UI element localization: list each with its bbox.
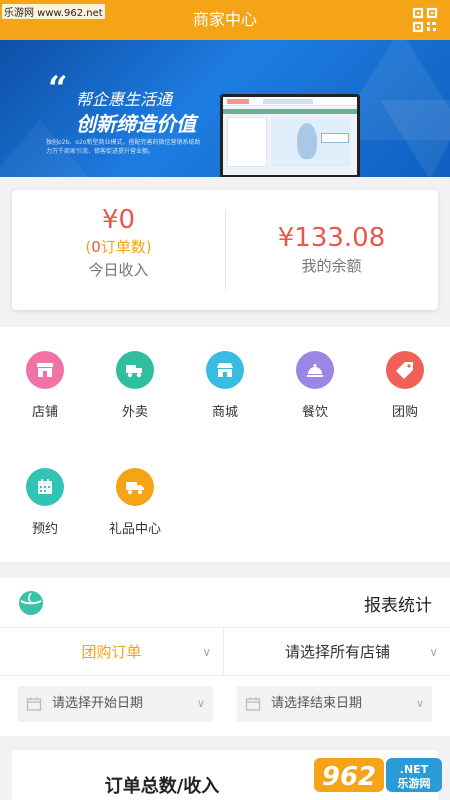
svg-text:乐游网: 乐游网 <box>398 776 431 790</box>
module-label: 商城 <box>211 405 238 420</box>
quote-mark-icon: “ <box>48 69 68 109</box>
module-label: 礼品中心 <box>108 522 161 537</box>
start-date-picker[interactable]: 请选择开始日期 ∨ <box>18 686 213 722</box>
summary-title: 订单总数/收入 <box>104 776 220 797</box>
qrcode-icon <box>412 7 438 33</box>
module-dining[interactable]: 餐饮 <box>270 327 360 420</box>
report-logo-icon <box>19 591 43 615</box>
chevron-down-icon: ∨ <box>196 697 205 710</box>
delivery-icon <box>116 351 154 389</box>
end-date-placeholder: 请选择结束日期 <box>271 696 363 711</box>
chevron-down-icon: ∨ <box>415 697 424 710</box>
balance-amount: ¥133.08 <box>277 223 386 253</box>
end-date-picker[interactable]: 请选择结束日期 ∨ <box>237 686 432 722</box>
order-count: (0订单数) <box>85 238 152 256</box>
start-date-placeholder: 请选择开始日期 <box>52 696 144 711</box>
module-store[interactable]: 店铺 <box>0 327 90 420</box>
banner-slogan-2: 创新缔造价值 <box>76 112 196 136</box>
calendar-icon <box>26 697 42 711</box>
promo-banner[interactable]: “ 帮企惠生活通 创新缔造价值 独创o2b、o2o新型商业模式，搭配完善的微信营… <box>0 40 450 177</box>
module-label: 店铺 <box>31 405 58 420</box>
dining-icon <box>296 351 334 389</box>
module-label: 餐饮 <box>301 405 328 420</box>
store-select[interactable]: 请选择所有店铺 ∨ <box>225 628 450 676</box>
module-gift-center[interactable]: 礼品中心 <box>90 444 180 537</box>
module-label: 团购 <box>391 405 418 420</box>
order-type-select[interactable]: 团购订单 ∨ <box>0 628 224 676</box>
truck-icon <box>116 468 154 506</box>
qrcode-button[interactable] <box>412 7 438 33</box>
module-groupbuy[interactable]: 团购 <box>360 327 450 420</box>
banner-description: 独创o2b、o2o新型商业模式，搭配完善的微信营销系统助力万千商家引流、锁客促进… <box>46 139 201 155</box>
module-label: 预约 <box>31 522 58 537</box>
balance-label: 我的余额 <box>301 257 362 275</box>
site-watermark-logo: 962 .NET 乐游网 <box>314 758 442 792</box>
balance-panel[interactable]: ¥133.08 我的余额 <box>225 190 438 310</box>
modules-grid: 店铺 外卖 商城 餐饮 团购 预约 礼品中心 <box>0 327 450 562</box>
report-title: 报表统计 <box>364 596 432 616</box>
chevron-down-icon: ∨ <box>429 645 438 659</box>
svg-text:.NET: .NET <box>400 763 429 776</box>
mall-icon <box>206 351 244 389</box>
module-booking[interactable]: 预约 <box>0 444 90 537</box>
stats-card: ¥0 (0订单数) 今日收入 ¥133.08 我的余额 <box>12 190 438 310</box>
tag-icon <box>386 351 424 389</box>
report-header: 报表统计 <box>0 578 450 628</box>
store-icon <box>26 351 64 389</box>
today-income-panel[interactable]: ¥0 (0订单数) 今日收入 <box>12 190 225 310</box>
svg-text:962: 962 <box>322 762 376 792</box>
store-select-value: 请选择所有店铺 <box>284 643 390 661</box>
watermark-label: 乐游网 www.962.net <box>2 4 105 19</box>
chevron-down-icon: ∨ <box>202 645 211 659</box>
today-income-label: 今日收入 <box>88 261 149 279</box>
monitor-illustration <box>220 94 360 177</box>
today-income-amount: ¥0 <box>101 205 136 235</box>
module-mall[interactable]: 商城 <box>180 327 270 420</box>
calendar-icon <box>26 468 64 506</box>
module-label: 外卖 <box>121 405 148 420</box>
report-section: 报表统计 团购订单 ∨ 请选择所有店铺 ∨ 请选择开始日期 ∨ 请选择结束日期 … <box>0 578 450 736</box>
module-delivery[interactable]: 外卖 <box>90 327 180 420</box>
calendar-icon <box>245 697 261 711</box>
banner-slogan-1: 帮企惠生活通 <box>76 90 173 109</box>
report-filters: 团购订单 ∨ 请选择所有店铺 ∨ <box>0 628 450 676</box>
order-type-value: 团购订单 <box>81 643 142 661</box>
order-count-number: 0 <box>91 238 101 256</box>
